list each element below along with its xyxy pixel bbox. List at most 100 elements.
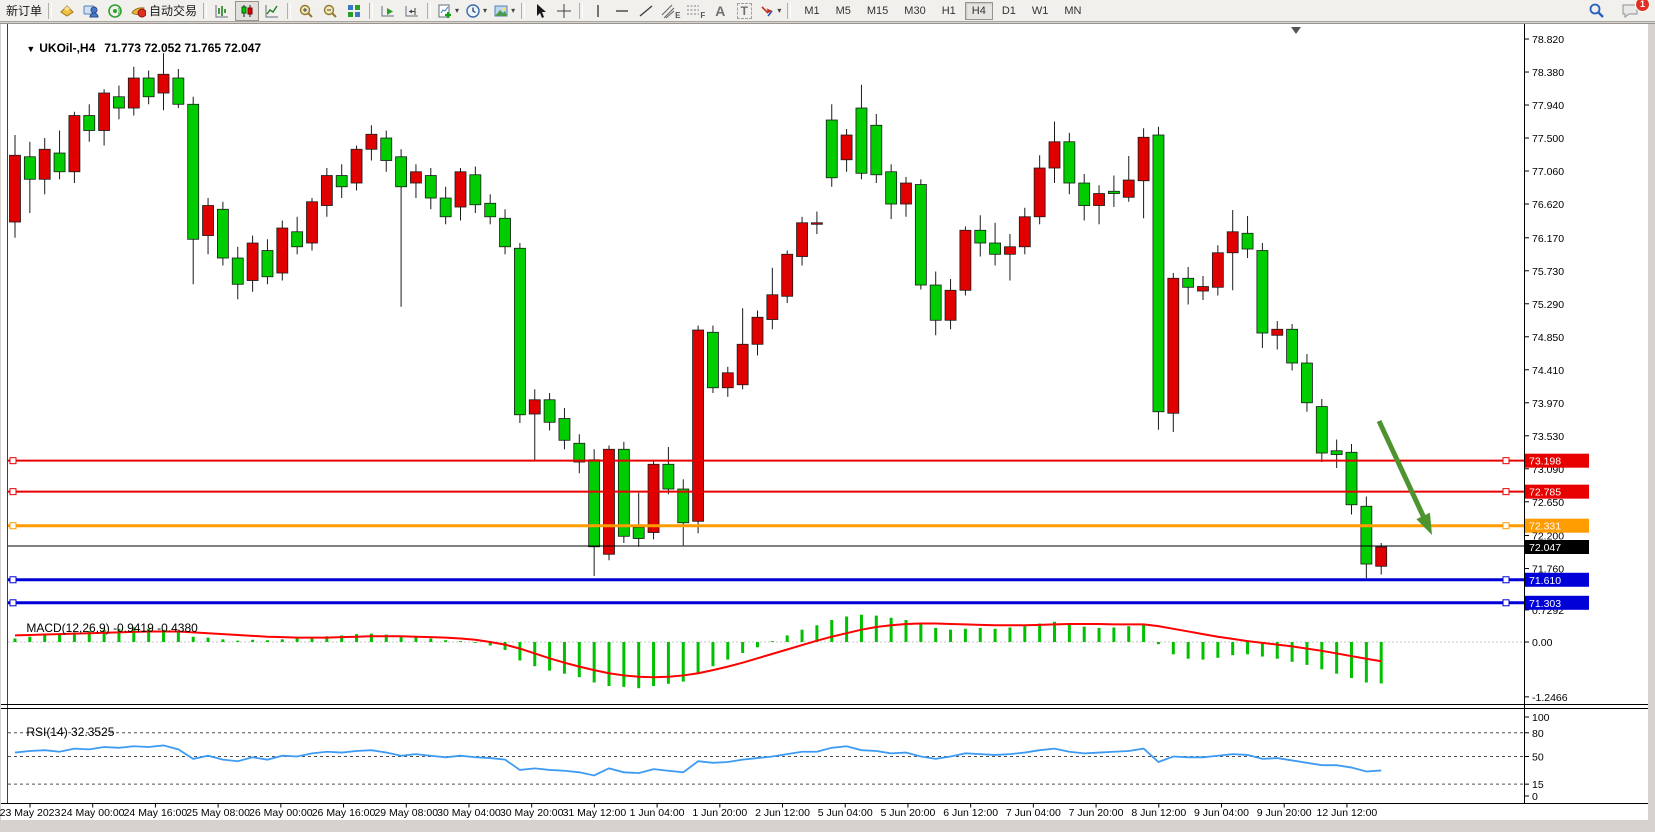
time-label: 2 Jun 12:00 xyxy=(755,807,810,819)
candle xyxy=(336,176,347,187)
timeframe-button-h4[interactable]: H4 xyxy=(965,2,993,20)
cursor-button[interactable] xyxy=(529,2,551,20)
candle xyxy=(529,400,540,414)
price-tag-label: 73.198 xyxy=(1529,456,1561,468)
price-tick-label: 77.500 xyxy=(1532,133,1564,145)
time-label: 23 May 2023 xyxy=(0,807,61,819)
candle xyxy=(648,464,659,532)
candle xyxy=(217,209,228,258)
macd-scale-label: -1.2466 xyxy=(1532,692,1568,704)
time-label: 7 Jun 04:00 xyxy=(1006,807,1061,819)
periods-button[interactable] xyxy=(463,2,489,20)
candle xyxy=(559,419,570,441)
toolbar-separator xyxy=(287,3,291,19)
candle xyxy=(1049,142,1060,168)
candle xyxy=(455,172,466,207)
horizontal-line-button[interactable] xyxy=(611,2,633,20)
signals-button[interactable] xyxy=(104,2,126,20)
candle xyxy=(1198,287,1209,292)
crosshair-button[interactable] xyxy=(553,2,575,20)
arrows-icon xyxy=(759,3,775,19)
trendline-button[interactable] xyxy=(635,2,657,20)
toolbar-separator xyxy=(521,3,525,19)
timeframe-button-m15[interactable]: M15 xyxy=(860,2,895,20)
candle xyxy=(945,290,956,320)
bar-chart-button[interactable] xyxy=(211,2,233,20)
timeframe-button-w1[interactable]: W1 xyxy=(1025,2,1056,20)
line-handle[interactable] xyxy=(10,577,16,583)
text-button[interactable]: A xyxy=(709,2,731,20)
auto-scroll-button[interactable] xyxy=(377,2,399,20)
candle xyxy=(707,332,718,388)
timeframe-button-m30[interactable]: M30 xyxy=(897,2,932,20)
chart-window[interactable]: 78.82078.38077.94077.50077.06076.62076.1… xyxy=(0,22,1655,827)
candle xyxy=(381,138,392,161)
chat-button[interactable]: 1 xyxy=(1619,2,1643,20)
candle xyxy=(544,400,555,423)
rsi-indicator-name: RSI(14) 32.3525 xyxy=(26,725,114,739)
auto-trading-label: 自动交易 xyxy=(149,2,197,19)
candle xyxy=(143,78,154,97)
zoom-out-button[interactable] xyxy=(319,2,341,20)
candle xyxy=(307,202,318,243)
candle xyxy=(1376,547,1387,566)
cursor-icon xyxy=(533,3,547,19)
time-label: 12 Jun 12:00 xyxy=(1317,807,1378,819)
line-chart-icon xyxy=(264,3,280,19)
symbol-collapse-icon[interactable]: ▼ xyxy=(26,44,35,54)
line-chart-button[interactable] xyxy=(261,2,283,20)
fibonacci-button[interactable]: F xyxy=(684,2,707,20)
timeframe-button-d1[interactable]: D1 xyxy=(995,2,1023,20)
gold-button[interactable] xyxy=(56,2,78,20)
line-handle[interactable] xyxy=(1503,523,1509,529)
line-handle[interactable] xyxy=(1503,600,1509,606)
price-tick-label: 73.970 xyxy=(1532,398,1564,410)
candle xyxy=(1183,278,1194,287)
channel-button[interactable]: E xyxy=(659,2,682,20)
zoom-in-button[interactable] xyxy=(295,2,317,20)
time-label: 1 Jun 04:00 xyxy=(630,807,685,819)
line-handle[interactable] xyxy=(10,523,16,529)
line-handle[interactable] xyxy=(10,489,16,495)
candle xyxy=(826,120,837,178)
line-handle[interactable] xyxy=(10,600,16,606)
toolbar-right-group: 1 xyxy=(1584,2,1644,20)
search-button[interactable] xyxy=(1585,2,1607,20)
candle xyxy=(752,317,763,344)
time-label: 30 May 04:00 xyxy=(437,807,501,819)
candle xyxy=(514,248,525,415)
text-label-button[interactable]: T xyxy=(733,2,755,20)
candle xyxy=(767,295,778,320)
candle xyxy=(10,155,21,222)
line-handle[interactable] xyxy=(1503,577,1509,583)
candle xyxy=(915,185,926,286)
line-handle[interactable] xyxy=(1503,489,1509,495)
candle xyxy=(722,373,733,388)
line-handle[interactable] xyxy=(1503,458,1509,464)
templates-button[interactable] xyxy=(491,2,517,20)
line-handle[interactable] xyxy=(10,458,16,464)
new-chart-button[interactable] xyxy=(435,2,461,20)
candle xyxy=(277,228,288,273)
tile-windows-button[interactable] xyxy=(343,2,365,20)
candle xyxy=(1079,183,1090,206)
chart-shift-button[interactable] xyxy=(401,2,423,20)
candle xyxy=(351,149,362,183)
timeframe-button-mn[interactable]: MN xyxy=(1057,2,1088,20)
new-order-button[interactable]: 新订单 xyxy=(4,2,44,20)
auto-trading-button[interactable]: 自动交易 xyxy=(128,2,199,20)
candle xyxy=(1242,233,1253,249)
accounts-button[interactable] xyxy=(80,2,102,20)
time-label: 29 May 08:00 xyxy=(374,807,438,819)
price-tag-label: 72.047 xyxy=(1529,542,1561,554)
timeframe-button-m5[interactable]: M5 xyxy=(829,2,858,20)
timeframe-button-h1[interactable]: H1 xyxy=(935,2,963,20)
label-tool-icon: T xyxy=(737,3,752,19)
chart-canvas[interactable]: 78.82078.38077.94077.50077.06076.62076.1… xyxy=(0,22,1655,827)
vertical-line-button[interactable] xyxy=(587,2,609,20)
arrows-button[interactable] xyxy=(757,2,783,20)
timeframe-button-m1[interactable]: M1 xyxy=(797,2,826,20)
candlestick-chart-button[interactable] xyxy=(235,1,259,21)
toolbar-separator xyxy=(579,3,583,19)
chat-badge: 1 xyxy=(1635,0,1650,12)
